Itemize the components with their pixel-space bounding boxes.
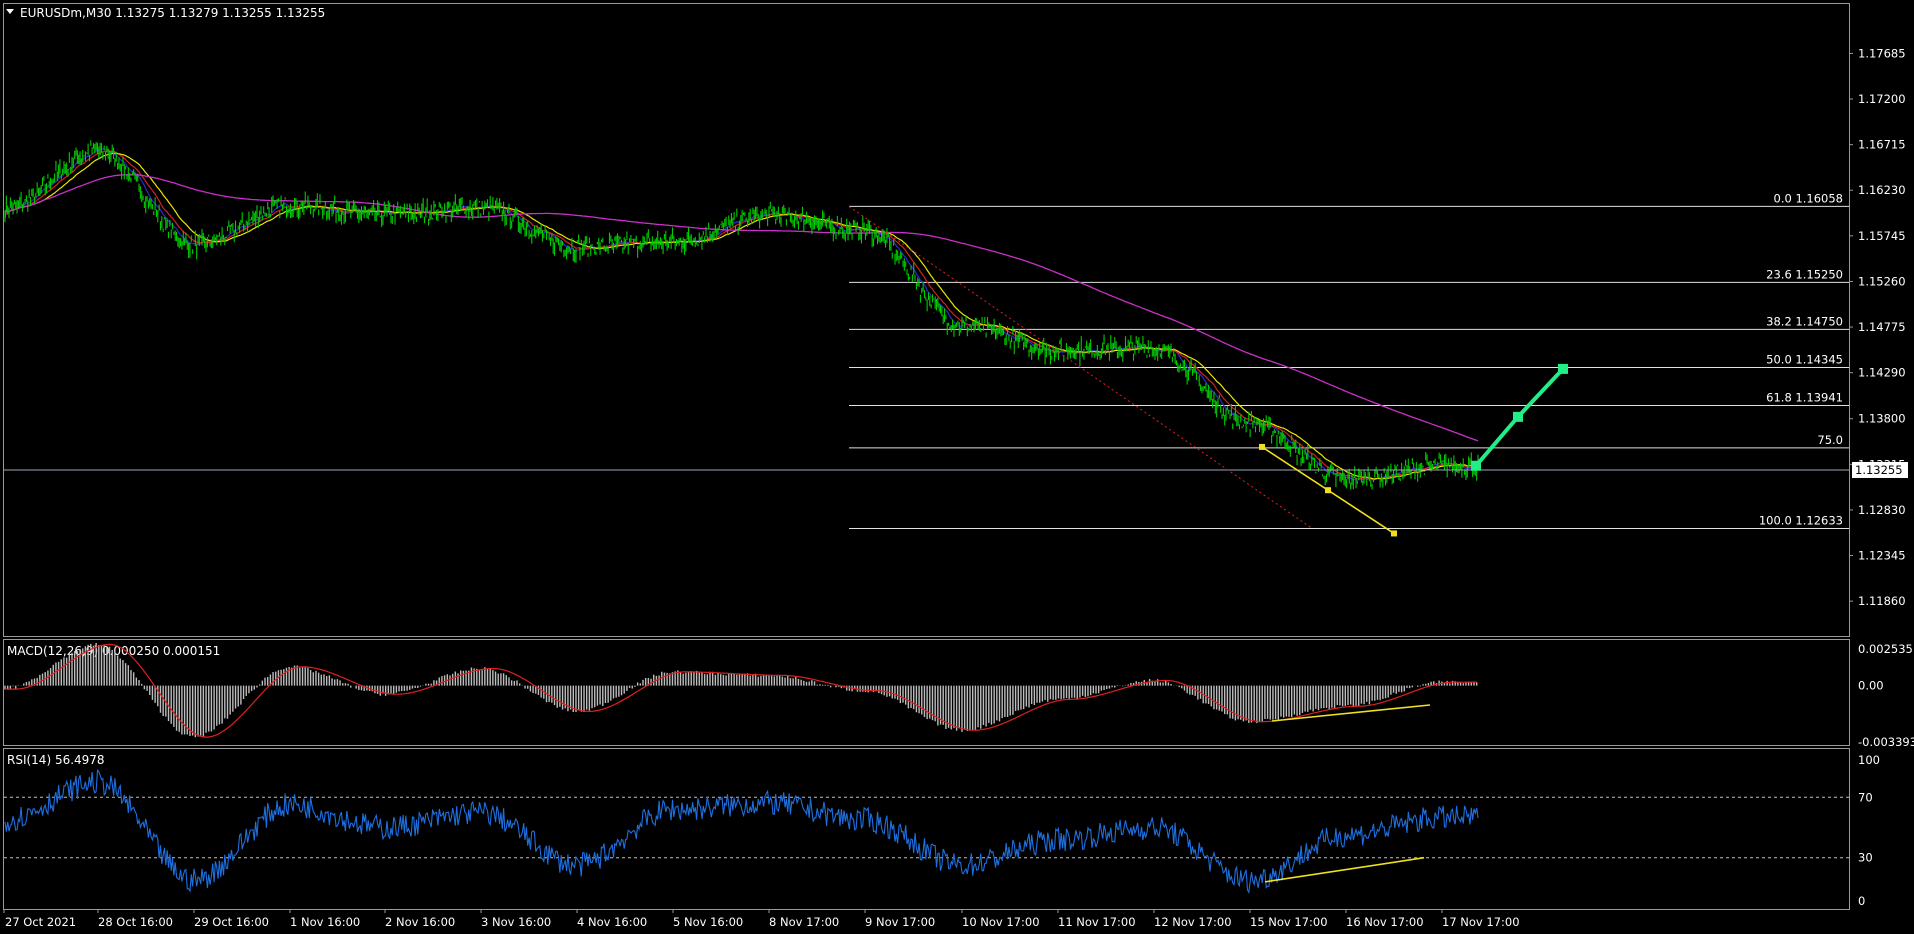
macd-indicator: MACD(12,26,9) 0.000250 0.000151 0.002535… xyxy=(4,642,1914,749)
time-axis: 27 Oct 2021 28 Oct 16:00 29 Oct 16:00 1 Nov… xyxy=(3,909,1520,929)
projection-node xyxy=(1513,411,1523,422)
time-tick-label: 8 Nov 17:00 xyxy=(769,915,839,929)
price-candles xyxy=(4,140,1479,490)
symbol-line: EURUSDm,M30 1.13275 1.13279 1.13255 1.13… xyxy=(20,6,325,20)
fib-level-label: 0.0 1.16058 xyxy=(1774,191,1844,205)
price-tick-label: 1.13800 xyxy=(1858,412,1906,426)
price-tick-label: 1.16715 xyxy=(1858,138,1906,152)
ma-long-line xyxy=(4,174,1479,442)
time-tick-label: 2 Nov 16:00 xyxy=(385,915,455,929)
trendline-handle xyxy=(1391,530,1397,537)
time-tick-label: 5 Nov 16:00 xyxy=(673,915,743,929)
macd-tick-label: 0.002535 xyxy=(1858,642,1913,656)
current-price-label: 1.13255 xyxy=(1855,463,1903,477)
price-panel-frame xyxy=(3,3,1850,637)
time-tick-label: 15 Nov 17:00 xyxy=(1250,915,1328,929)
trendline-handle xyxy=(1325,487,1331,494)
collapse-triangle-icon[interactable] xyxy=(6,9,14,14)
price-tick-label: 1.17685 xyxy=(1858,46,1906,60)
price-tick-label: 1.15260 xyxy=(1858,274,1906,288)
ma-slow-line xyxy=(4,152,1479,480)
fib-level-label: 61.8 1.13941 xyxy=(1766,390,1843,404)
ma-mid-line xyxy=(4,150,1479,481)
macd-tick-label: 0.00 xyxy=(1858,679,1884,693)
time-tick-label: 12 Nov 17:00 xyxy=(1154,915,1232,929)
time-tick-label: 9 Nov 17:00 xyxy=(865,915,935,929)
rsi-panel-frame xyxy=(3,748,1850,910)
time-tick-label: 4 Nov 16:00 xyxy=(577,915,647,929)
price-tick-label: 1.16230 xyxy=(1858,183,1906,197)
fib-level-label: 38.2 1.14750 xyxy=(1766,314,1843,328)
drawn-objects[interactable] xyxy=(4,206,1849,537)
macd-signal-line xyxy=(5,643,1477,738)
rsi-title: RSI(14) 56.4978 xyxy=(7,753,105,767)
time-tick-label: 27 Oct 2021 xyxy=(5,915,76,929)
fib-level-label: 75.0 xyxy=(1817,433,1843,447)
symbol-header[interactable]: EURUSDm,M30 1.13275 1.13279 1.13255 1.13… xyxy=(6,6,325,20)
fib-level-label: 100.0 1.12633 xyxy=(1759,513,1843,527)
time-tick-label: 28 Oct 16:00 xyxy=(98,915,173,929)
rsi-line xyxy=(4,768,1479,895)
time-tick-label: 17 Nov 17:00 xyxy=(1442,915,1520,929)
fib-level-label: 23.6 1.15250 xyxy=(1766,267,1843,281)
time-tick-label: 1 Nov 16:00 xyxy=(290,915,360,929)
macd-trendline xyxy=(1271,704,1431,722)
price-tick-label: 1.12345 xyxy=(1858,549,1906,563)
rsi-tick-label: 70 xyxy=(1858,790,1873,804)
price-axis: 1.17685 1.17200 1.16715 1.16230 1.15745 1.152… xyxy=(1849,46,1908,608)
time-tick-label: 16 Nov 17:00 xyxy=(1346,915,1424,929)
chart-root: EURUSDm,M30 1.13275 1.13279 1.13255 1.13… xyxy=(3,3,1914,929)
projection-node xyxy=(1558,363,1568,374)
time-tick-label: 29 Oct 16:00 xyxy=(194,915,269,929)
projection-node xyxy=(1471,460,1481,471)
price-tick-label: 1.15745 xyxy=(1858,229,1906,243)
fib-level-label: 50.0 1.14345 xyxy=(1766,352,1843,366)
rsi-tick-label: 0 xyxy=(1858,894,1865,908)
price-tick-label: 1.17200 xyxy=(1858,92,1906,106)
trendline-handle xyxy=(1259,443,1265,450)
price-tick-label: 1.12830 xyxy=(1858,503,1906,517)
macd-tick-label: -0.003393 xyxy=(1858,735,1914,749)
price-tick-label: 1.14290 xyxy=(1858,366,1906,380)
price-tick-label: 1.14775 xyxy=(1858,320,1906,334)
rsi-tick-label: 100 xyxy=(1858,753,1880,767)
panel-frames xyxy=(3,3,1850,910)
time-tick-label: 10 Nov 17:00 xyxy=(962,915,1040,929)
time-tick-label: 11 Nov 17:00 xyxy=(1058,915,1136,929)
ma-fast-line xyxy=(4,148,1479,482)
price-tick-label: 1.11860 xyxy=(1858,594,1906,608)
macd-title: MACD(12,26,9) 0.000250 0.000151 xyxy=(7,644,220,658)
moving-averages xyxy=(4,148,1479,482)
time-tick-label: 3 Nov 16:00 xyxy=(481,915,551,929)
rsi-indicator: RSI(14) 56.4978 100 70 30 0 xyxy=(4,753,1880,908)
rsi-tick-label: 30 xyxy=(1858,851,1873,865)
